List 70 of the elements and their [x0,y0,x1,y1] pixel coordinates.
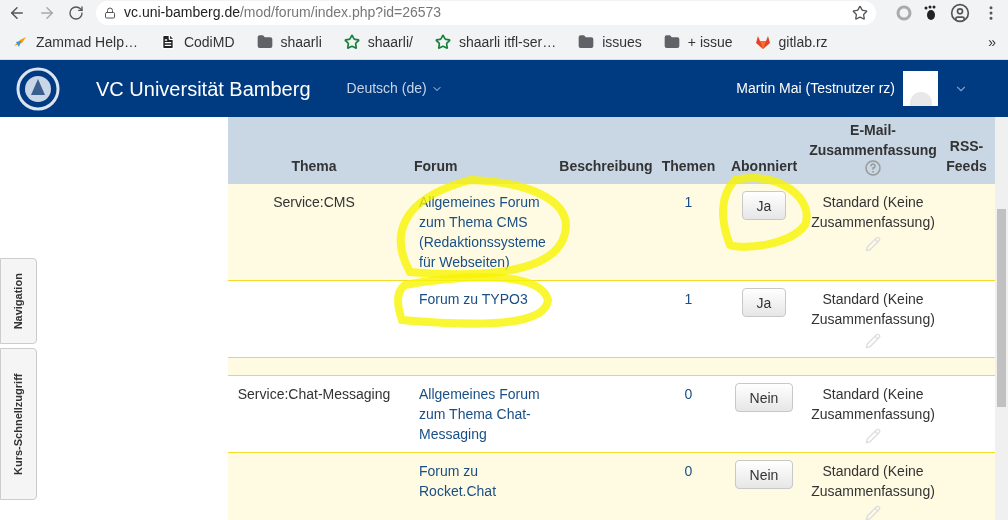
scrollbar-thumb[interactable] [997,209,1006,407]
bookmark-label: shaarli itfl-ser… [458,32,557,52]
bookmark-item[interactable]: Zammad Help… [12,31,138,53]
folder-icon [256,34,273,50]
bookmark-item[interactable]: CodiMD [159,31,235,53]
language-menu[interactable]: Deutsch (de) [346,78,443,99]
help-icon[interactable] [865,160,881,176]
profile-icon[interactable] [950,2,970,23]
column-header: E-Mail-Zusammenfassung [808,121,938,160]
topic-count: 0 [684,463,693,479]
bookmark-item[interactable]: shaarli itfl-ser… [434,31,557,53]
column-header: Beschreibung [559,157,653,176]
folder-icon [663,34,680,50]
bookmark-item[interactable]: shaarli [256,31,322,53]
edit-icon[interactable] [865,428,881,444]
bookmark-item[interactable]: + issue [663,31,733,53]
digest-setting: Standard (Keine Zusammenfassung) [810,385,936,424]
bookmark-label: Zammad Help… [36,32,138,52]
bookmark-item[interactable]: gitlab.rz [754,31,828,53]
digest-setting: Standard (Keine Zusammenfassung) [810,462,936,501]
more-bookmarks[interactable]: » [988,31,996,53]
bookmark-item[interactable]: issues [578,31,642,53]
lock-icon [104,6,116,19]
bookmark-label: + issue [687,32,733,52]
column-header: Thema [291,157,337,176]
bookmark-item[interactable]: shaarli/ [343,31,413,53]
side-tab[interactable]: Navigation [0,258,37,344]
column-header: Themen [661,157,716,176]
bookmark-label: shaarli/ [367,32,413,52]
address-field[interactable]: vc.uni-bamberg.de/mod/forum/index.php?id=26573 [96,0,876,25]
url-host: vc.uni-bamberg.de [124,3,240,22]
side-tab[interactable]: Kurs-Schnellzugriff [0,348,37,500]
topic-count: 1 [684,291,693,307]
edit-icon[interactable] [865,236,881,252]
edit-icon[interactable] [865,333,881,349]
forum-link[interactable]: Allgemeines Forum zum Thema Chat-Messaging [419,384,555,444]
column-header: Forum [414,157,458,176]
edit-icon[interactable] [865,505,881,520]
star-icon [434,34,451,50]
fox-icon [754,34,771,50]
forum-link[interactable]: Forum zu Rocket.Chat [419,461,555,501]
user-name[interactable]: Martin Mai (Testnutzer rz) [736,78,895,99]
subscribe-toggle[interactable]: Ja [741,288,787,317]
column-header: Abonniert [730,157,798,176]
star-icon [343,34,360,50]
document-icon [159,34,176,50]
reload-icon[interactable] [68,4,84,21]
bookmark-label: gitlab.rz [778,32,828,52]
topic-count: 1 [684,194,693,210]
topic-count: 0 [684,386,693,402]
folder-icon [578,34,595,50]
digest-setting: Standard (Keine Zusammenfassung) [810,193,936,232]
subscribe-toggle[interactable]: Nein [734,383,794,412]
site-title[interactable]: VC Universität Bamberg [96,73,311,104]
footprint-icon[interactable] [924,4,938,21]
extension-icon[interactable] [896,4,912,21]
forum-link[interactable]: Forum zu TYPO3 [419,289,555,309]
university-seal-icon [16,66,60,111]
column-header: RSS-Feeds [945,137,988,176]
bookmark-label: issues [602,32,642,52]
subscribe-toggle[interactable]: Nein [734,460,794,489]
bookmark-label: CodiMD [183,32,235,52]
topic-name: Service:CMS [273,194,355,210]
subscribe-toggle[interactable]: Ja [741,191,787,220]
topic-name: Service:Chat-Messaging [237,386,391,402]
avatar[interactable] [903,71,938,106]
url-path: /mod/forum/index.php?id=26573 [239,3,442,22]
bookmark-star-icon[interactable] [852,4,868,21]
digest-setting: Standard (Keine Zusammenfassung) [810,290,936,329]
bookmark-label: shaarli [280,32,322,52]
